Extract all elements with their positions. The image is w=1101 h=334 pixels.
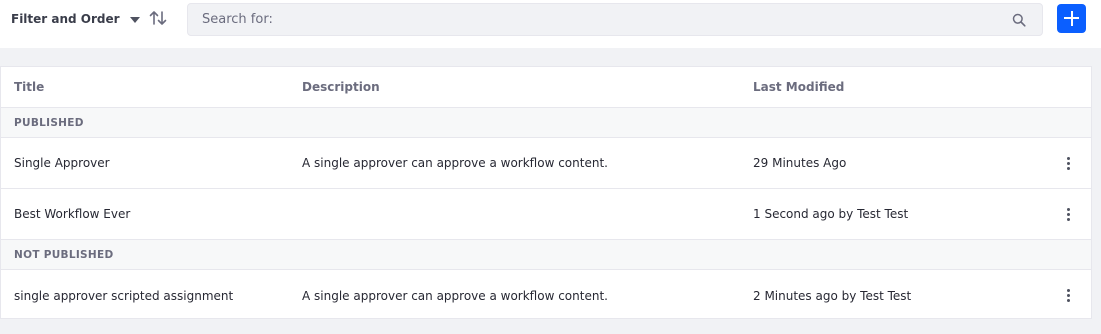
workflow-title[interactable]: Single Approver xyxy=(14,138,110,188)
search-bar xyxy=(187,3,1043,36)
row-actions-kebab-icon[interactable] xyxy=(1059,154,1077,172)
filter-and-order-label: Filter and Order xyxy=(11,12,120,26)
group-header-not-published: NOT PUBLISHED xyxy=(1,240,1091,270)
table-row[interactable]: single approver scripted assignment A si… xyxy=(1,270,1091,321)
table-header-row: Title Description Last Modified xyxy=(1,67,1091,108)
filter-and-order-dropdown[interactable]: Filter and Order xyxy=(11,8,140,30)
row-actions-kebab-icon[interactable] xyxy=(1059,205,1077,223)
caret-down-icon xyxy=(129,16,140,23)
column-header-description[interactable]: Description xyxy=(302,67,380,107)
group-header-published: PUBLISHED xyxy=(1,108,1091,138)
group-label: NOT PUBLISHED xyxy=(14,248,114,261)
add-workflow-button[interactable] xyxy=(1057,4,1086,33)
workflow-title[interactable]: Best Workflow Ever xyxy=(14,189,130,239)
workflow-last-modified: 29 Minutes Ago xyxy=(753,156,847,170)
workflow-description: A single approver can approve a workflow… xyxy=(302,288,608,303)
sort-order-button[interactable] xyxy=(148,8,168,28)
order-arrows-icon xyxy=(149,11,167,25)
table-row[interactable]: Single Approver A single approver can ap… xyxy=(1,138,1091,189)
column-header-title[interactable]: Title xyxy=(14,67,44,107)
group-label: PUBLISHED xyxy=(14,116,84,129)
workflow-title[interactable]: single approver scripted assignment xyxy=(14,270,233,321)
workflow-last-modified: 2 Minutes ago by Test Test xyxy=(753,288,912,303)
management-toolbar: Filter and Order xyxy=(0,0,1101,48)
column-header-last-modified[interactable]: Last Modified xyxy=(753,67,844,107)
row-actions-kebab-icon[interactable] xyxy=(1059,287,1077,305)
workflow-last-modified: 1 Second ago by Test Test xyxy=(753,207,909,221)
workflow-table: Title Description Last Modified PUBLISHE… xyxy=(0,66,1092,319)
search-icon[interactable] xyxy=(1012,13,1026,27)
workflow-description: A single approver can approve a workflow… xyxy=(302,156,608,170)
table-row[interactable]: Best Workflow Ever 1 Second ago by Test … xyxy=(1,189,1091,240)
search-input[interactable] xyxy=(188,4,1012,35)
